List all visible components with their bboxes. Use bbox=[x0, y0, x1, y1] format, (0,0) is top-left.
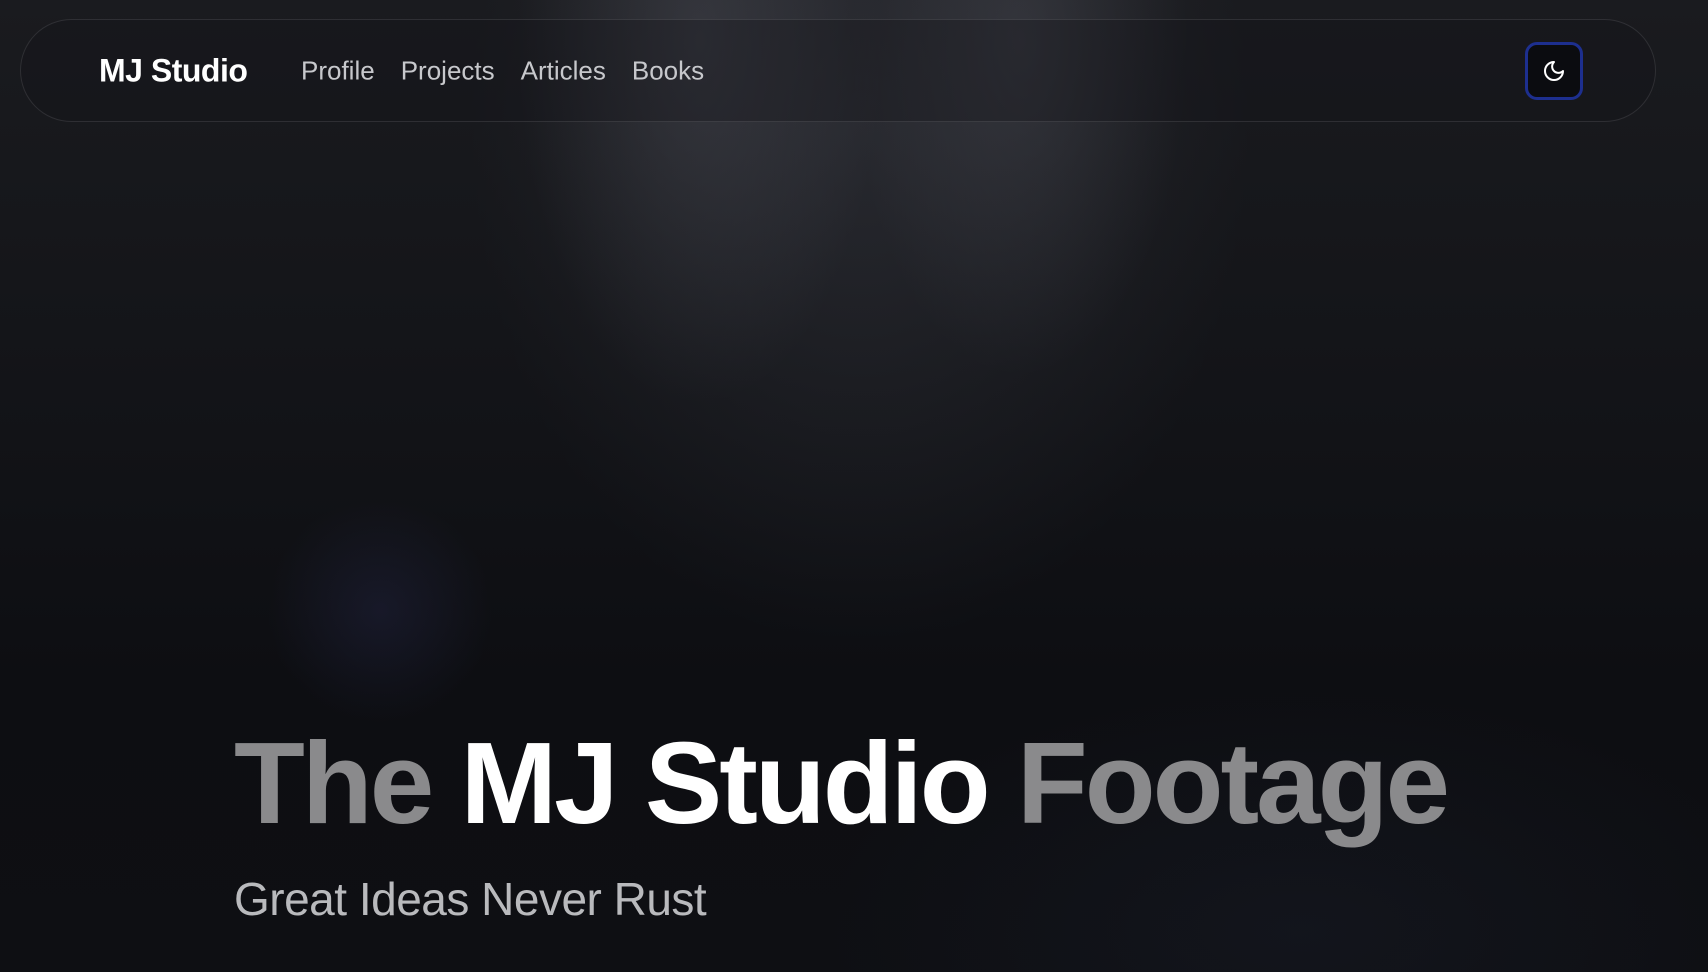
page: MJ Studio Profile Projects Articles Book… bbox=[0, 0, 1708, 972]
nav-menu: Profile Projects Articles Books bbox=[301, 55, 704, 86]
hero-title-suffix: Footage bbox=[1016, 718, 1450, 848]
theme-toggle-button[interactable] bbox=[1525, 41, 1583, 100]
nav-link-projects[interactable]: Projects bbox=[401, 55, 495, 85]
nav-link-articles[interactable]: Articles bbox=[521, 55, 606, 85]
hero-subtitle: Great Ideas Never Rust bbox=[234, 872, 707, 925]
nav-item-projects: Projects bbox=[401, 55, 495, 86]
moon-icon bbox=[1542, 59, 1566, 83]
hero-title-prefix: The bbox=[234, 718, 434, 848]
nav-item-articles: Articles bbox=[521, 55, 606, 86]
hero-title-highlight: MJ Studio bbox=[460, 718, 990, 848]
hero-title: The MJ Studio Footage bbox=[234, 718, 1450, 848]
nav-link-profile[interactable]: Profile bbox=[301, 55, 375, 85]
hero-section: The MJ Studio Footage Great Ideas Never … bbox=[234, 718, 1450, 926]
top-navigation-bar: MJ Studio Profile Projects Articles Book… bbox=[20, 19, 1656, 122]
nav-link-books[interactable]: Books bbox=[632, 55, 704, 85]
nav-item-profile: Profile bbox=[301, 55, 375, 86]
nav-item-books: Books bbox=[632, 55, 704, 86]
brand-logo-link[interactable]: MJ Studio bbox=[99, 52, 248, 89]
